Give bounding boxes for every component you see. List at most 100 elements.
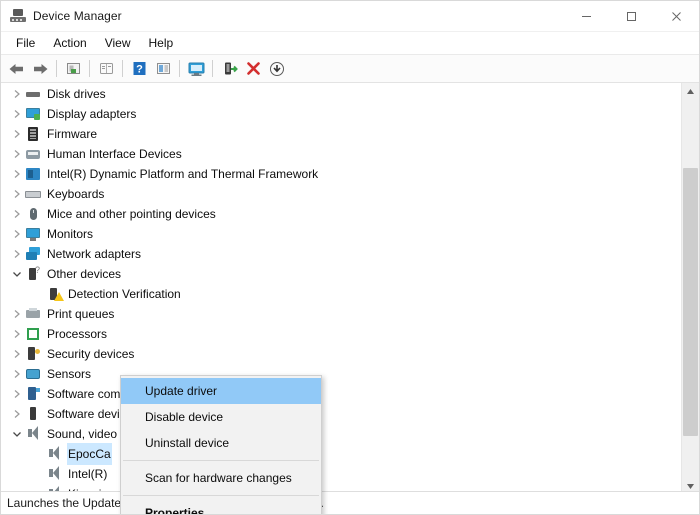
vertical-scrollbar[interactable] — [681, 83, 699, 495]
scan-for-hardware-changes-icon[interactable] — [184, 57, 208, 80]
maximize-button[interactable] — [609, 1, 654, 31]
tree-row[interactable]: Print queues — [1, 304, 681, 324]
device-manager-icon — [10, 8, 26, 24]
tree-row-label: Sensors — [47, 367, 92, 381]
tree-row[interactable]: EpocCa — [1, 443, 681, 465]
properties-icon[interactable] — [94, 57, 118, 80]
tree-row-label: Print queues — [47, 307, 115, 321]
chevron-right-icon[interactable] — [9, 224, 25, 244]
forward-icon[interactable] — [28, 57, 52, 80]
uninstall-device-icon[interactable] — [241, 57, 265, 80]
hid-icon — [25, 146, 41, 162]
chevron-right-icon[interactable] — [9, 144, 25, 164]
tree-row[interactable]: Disk drives — [1, 84, 681, 104]
tree-row[interactable]: Detection Verification — [1, 284, 681, 304]
tree-row-label: Security devices — [47, 347, 135, 361]
tree-row[interactable]: Display adapters — [1, 104, 681, 124]
context-menu-item[interactable]: Scan for hardware changes — [121, 465, 321, 491]
tree-row[interactable]: Intel(R) Dynamic Platform and Thermal Fr… — [1, 164, 681, 184]
chevron-right-icon[interactable] — [9, 84, 25, 104]
tree-row[interactable]: Keyboards — [1, 184, 681, 204]
chevron-right-icon[interactable] — [9, 404, 25, 424]
menu-bar: File Action View Help — [1, 32, 699, 55]
chevron-right-icon[interactable] — [9, 364, 25, 384]
chevron-right-icon[interactable] — [9, 244, 25, 264]
chevron-right-icon[interactable] — [9, 344, 25, 364]
chevron-right-icon[interactable] — [9, 124, 25, 144]
minimize-button[interactable] — [564, 1, 609, 31]
toolbar-separator — [212, 60, 213, 77]
sound-controller-icon — [25, 426, 41, 442]
sound-device-icon — [46, 466, 62, 482]
context-menu-separator — [123, 460, 319, 461]
tree-row[interactable]: Sensors — [1, 364, 681, 384]
menu-file[interactable]: File — [7, 34, 44, 52]
context-menu-separator — [123, 495, 319, 496]
chevron-right-icon[interactable] — [9, 204, 25, 224]
title-bar: Device Manager — [1, 1, 699, 32]
keyboard-icon — [25, 186, 41, 202]
device-tree[interactable]: Disk drives Display adapters Firmware Human… — [1, 83, 681, 495]
tree-row[interactable]: Software devices — [1, 404, 681, 424]
view-details-icon[interactable] — [151, 57, 175, 80]
tree-row[interactable]: Processors — [1, 324, 681, 344]
tree-row[interactable]: Monitors — [1, 224, 681, 244]
chevron-right-icon[interactable] — [9, 104, 25, 124]
window-controls — [564, 1, 699, 31]
toolbar: ? — [1, 55, 699, 83]
context-menu-item[interactable]: Update driver — [121, 378, 321, 404]
chevron-right-icon[interactable] — [9, 384, 25, 404]
tree-row[interactable]: Human Interface Devices — [1, 144, 681, 164]
menu-action[interactable]: Action — [44, 34, 95, 52]
unknown-device-warning-icon — [46, 286, 64, 302]
context-menu-item[interactable]: Properties — [121, 500, 321, 514]
chevron-right-icon[interactable] — [9, 164, 25, 184]
tree-row[interactable]: Security devices — [1, 344, 681, 364]
back-icon[interactable] — [4, 57, 28, 80]
tree-row[interactable]: Firmware — [1, 124, 681, 144]
tree-row-label: Firmware — [47, 127, 97, 141]
tree-row[interactable]: Network adapters — [1, 244, 681, 264]
chevron-right-icon[interactable] — [9, 184, 25, 204]
tree-row-label: Display adapters — [47, 107, 137, 121]
tree-row[interactable]: Intel(R) — [1, 464, 681, 484]
download-icon[interactable] — [265, 57, 289, 80]
context-menu[interactable]: Update driver Disable device Uninstall dev… — [120, 375, 322, 514]
tree-row[interactable]: ? Other devices — [1, 264, 681, 284]
menu-view[interactable]: View — [96, 34, 140, 52]
monitor-icon — [25, 226, 41, 242]
sensor-icon — [25, 366, 41, 382]
tree-row[interactable]: Sound, video and game controllers — [1, 424, 681, 444]
firmware-icon — [25, 126, 41, 142]
chevron-down-icon[interactable] — [9, 264, 25, 284]
processor-icon — [25, 326, 41, 342]
tree-row[interactable]: Mice and other pointing devices — [1, 204, 681, 224]
toolbar-separator — [89, 60, 90, 77]
scrollbar-thumb[interactable] — [683, 168, 698, 436]
printer-icon — [25, 306, 41, 322]
other-device-icon: ? — [25, 266, 41, 282]
help-icon[interactable]: ? — [127, 57, 151, 80]
chevron-down-icon[interactable] — [9, 424, 25, 444]
tree-row-label: Mice and other pointing devices — [47, 207, 216, 221]
tree-row[interactable]: Software components — [1, 384, 681, 404]
menu-help[interactable]: Help — [140, 34, 183, 52]
svg-text:?: ? — [136, 64, 143, 76]
scroll-up-icon[interactable] — [682, 83, 699, 100]
context-menu-item[interactable]: Disable device — [121, 404, 321, 430]
device-manager-window: Device Manager File Action View Help ? D… — [0, 0, 700, 515]
toolbar-separator — [179, 60, 180, 77]
tree-row-label: Detection Verification — [68, 287, 181, 301]
context-menu-item[interactable]: Uninstall device — [121, 430, 321, 456]
close-button[interactable] — [654, 1, 699, 31]
show-hidden-devices-icon[interactable] — [61, 57, 85, 80]
tree-row-label: Disk drives — [47, 87, 106, 101]
tree-row-label: Keyboards — [47, 187, 105, 201]
toolbar-separator — [56, 60, 57, 77]
network-adapter-icon — [25, 246, 41, 262]
sound-device-icon — [46, 446, 62, 462]
update-driver-icon[interactable] — [217, 57, 241, 80]
chevron-right-icon[interactable] — [9, 304, 25, 324]
chevron-right-icon[interactable] — [9, 324, 25, 344]
status-bar: Launches the Update Driver Wizard for th… — [1, 491, 699, 514]
